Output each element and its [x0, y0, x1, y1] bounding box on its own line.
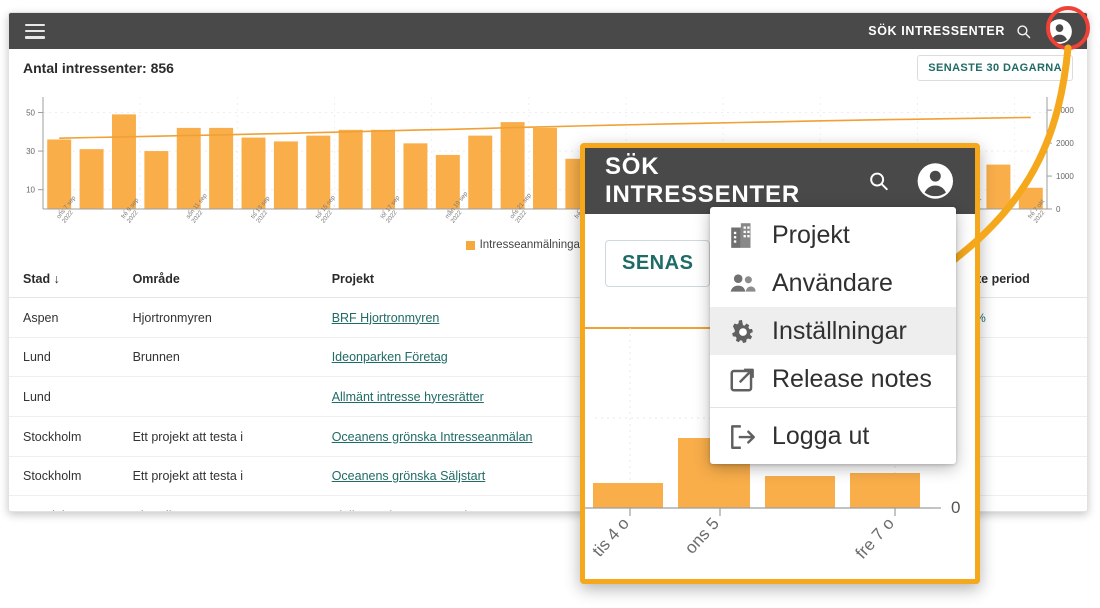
chart-bar — [111, 114, 136, 209]
inset-x-tick-label: fre 7 o — [852, 514, 898, 563]
inset-x-tick-label: tis 4 o — [589, 514, 633, 560]
menu-item-label: Användare — [772, 268, 893, 297]
cell-omrade: Brunnen — [132, 337, 332, 377]
svg-text:50: 50 — [26, 108, 35, 117]
cell-omrade: Björnrike — [132, 495, 332, 511]
avatar-highlight-ring — [1046, 6, 1090, 50]
inset-period-filter-button[interactable]: SENAS — [605, 240, 711, 287]
topbar-title: SÖK INTRESSENTER — [868, 24, 1005, 38]
svg-text:2000: 2000 — [1056, 139, 1074, 148]
cell-stad: Stockholm — [9, 456, 133, 496]
top-app-bar: SÖK INTRESSENTER — [9, 13, 1087, 49]
inset-x-tick-label: ons 5 — [681, 514, 723, 558]
chart-bar — [209, 127, 234, 209]
cell-omrade: Ett projekt att testa i — [132, 456, 332, 496]
inset-title: SÖK INTRESSENTER — [605, 153, 800, 208]
project-link[interactable]: Ideonparken Företag — [332, 350, 448, 364]
cell-omrade — [132, 376, 332, 417]
chart-bar — [500, 122, 525, 209]
chart-bar — [468, 135, 493, 209]
chart-y-axis-right: 0 1000 2000 3000 — [1046, 97, 1074, 214]
chart-bar — [144, 151, 169, 209]
search-icon[interactable] — [867, 169, 890, 193]
logout-icon — [731, 425, 755, 450]
chart-bar — [306, 135, 331, 209]
gear-icon — [732, 319, 753, 343]
cell-stad: Stockholm — [9, 416, 133, 457]
menu-separator — [710, 407, 956, 408]
menu-item-label: Inställningar — [772, 316, 907, 345]
project-link[interactable]: BRF Hjortronmyren — [332, 311, 440, 325]
menu-item-release-notes[interactable]: Release notes — [710, 355, 956, 403]
menu-item-anv-ndare[interactable]: Användare — [710, 259, 956, 307]
page-title: Antal intressenter: 856 — [23, 60, 174, 76]
project-link[interactable]: Oceanens grönska Säljstart — [332, 469, 486, 483]
menu-item-logga-ut[interactable]: Logga ut — [710, 412, 956, 460]
chart-bar — [533, 127, 557, 209]
chart-bar — [403, 143, 428, 209]
screenshot-root: SÖK INTRESSENTER Antal intressenter: 856… — [0, 0, 1100, 608]
search-icon[interactable] — [1015, 23, 1032, 40]
legend-item-bars: Intresseanmälningar — [465, 239, 584, 251]
period-filter-button[interactable]: SENASTE 30 DAGARNA — [917, 55, 1073, 81]
account-dropdown-menu: Projekt Användare Inställningar Release not… — [710, 207, 956, 464]
external-link-icon — [730, 368, 754, 392]
svg-text:10: 10 — [26, 186, 35, 195]
legend-swatch-bars — [465, 240, 475, 250]
building-icon — [731, 223, 751, 248]
kpi-header: Antal intressenter: 856 SENASTE 30 DAGAR… — [9, 49, 1087, 89]
svg-text:0: 0 — [951, 498, 960, 517]
cell-omrade: Hjortronmyren — [132, 297, 332, 338]
menu-item-label: Logga ut — [772, 421, 870, 450]
account-circle-icon[interactable] — [916, 161, 955, 201]
menu-item-label: Release notes — [772, 364, 932, 393]
legend-label-bars: Intresseanmälningar — [479, 239, 584, 251]
menu-item-label: Projekt — [772, 220, 850, 249]
chart-bar — [273, 141, 298, 209]
chart-bar — [986, 164, 1011, 209]
svg-text:30: 30 — [26, 147, 35, 156]
project-link[interactable]: Oceanens grönska Intresseanmälan — [332, 430, 533, 444]
column-header-stad[interactable]: Stad ↓ — [9, 261, 133, 298]
cell-stad: Aspen — [9, 297, 133, 338]
svg-text:0: 0 — [1056, 205, 1061, 214]
cell-omrade: Ett projekt att testa i — [132, 416, 332, 457]
inset-top-app-bar: SÖK INTRESSENTER — [585, 148, 975, 214]
people-icon — [730, 274, 756, 292]
column-header-omrade[interactable]: Område — [132, 261, 332, 298]
hamburger-icon[interactable] — [25, 23, 45, 39]
cell-stad: Vemdalen — [9, 495, 133, 511]
cell-stad: Lund — [9, 337, 133, 377]
menu-item-inst-llningar[interactable]: Inställningar — [710, 307, 956, 355]
project-link[interactable]: Fjällräven intresseanmälan — [332, 509, 481, 512]
chart-bar — [79, 149, 104, 209]
svg-text:1000: 1000 — [1056, 172, 1074, 181]
chart-bar — [338, 129, 363, 209]
chart-bar — [371, 129, 396, 209]
chart-bar — [176, 127, 201, 209]
svg-text:3000: 3000 — [1056, 106, 1074, 115]
project-link[interactable]: Allmänt intresse hyresrätter — [332, 390, 484, 404]
chart-bar — [241, 137, 266, 209]
cell-stad: Lund — [9, 376, 133, 417]
menu-item-projekt[interactable]: Projekt — [710, 211, 956, 259]
